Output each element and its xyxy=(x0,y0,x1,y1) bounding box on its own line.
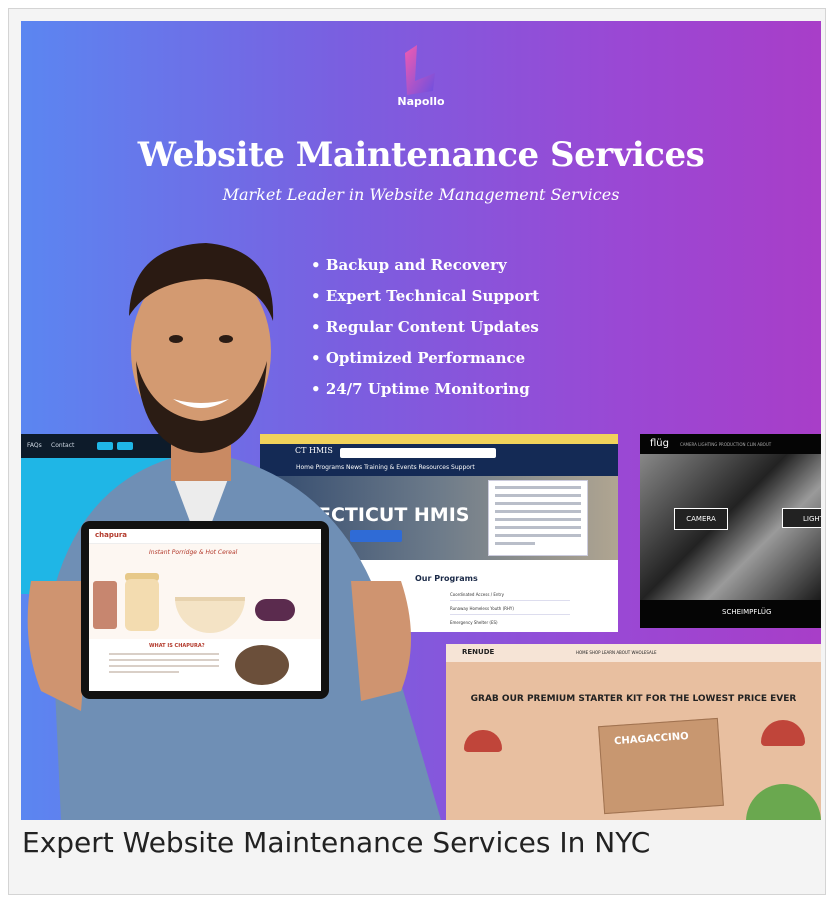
text-line xyxy=(109,659,219,661)
camera-label: CAMERA xyxy=(674,508,728,530)
product-box-label: CHAGACCINO xyxy=(613,731,690,748)
tablet-section-title: WHAT IS CHAPURA? xyxy=(149,643,205,649)
porridge-jar xyxy=(125,579,159,631)
website-screenshot-renude: RENUDE HOME SHOP LEARN ABOUT WHOLESALE G… xyxy=(446,644,821,820)
text-line xyxy=(109,665,219,667)
hill-shape xyxy=(746,784,821,820)
mushroom-icon xyxy=(761,720,805,746)
flug-logo: flüg xyxy=(650,438,669,449)
product-box: CHAGACCINO xyxy=(598,717,724,815)
porridge-bowl xyxy=(175,597,245,633)
renude-headline: GRAB OUR PREMIUM STARTER KIT FOR THE LOW… xyxy=(470,694,797,704)
hero-banner-image: Napollo Website Maintenance Services Mar… xyxy=(21,21,821,820)
flug-footer: SCHEIMPFLÜG xyxy=(722,608,772,616)
berries xyxy=(255,599,295,621)
logo-label: Napollo xyxy=(397,95,445,108)
banner-title: Website Maintenance Services xyxy=(137,135,705,175)
screenshot-navbar: RENUDE HOME SHOP LEARN ABOUT WHOLESALE xyxy=(446,644,821,662)
text-line xyxy=(109,653,219,655)
tablet-device: chapura Instant Porridge & Hot Cereal WH… xyxy=(81,521,329,699)
text-line xyxy=(109,671,179,673)
tablet-screen: chapura Instant Porridge & Hot Cereal WH… xyxy=(89,529,321,691)
website-screenshot-flug: flüg CAMERA LIGHTING PRODUCTION CLIN ABO… xyxy=(640,434,821,628)
tablet-headline: Instant Porridge & Hot Cereal xyxy=(149,549,238,556)
tablet-section: WHAT IS CHAPURA? xyxy=(89,639,321,691)
ct-info-box xyxy=(488,480,588,556)
image-caption: Expert Website Maintenance Services In N… xyxy=(22,826,651,859)
flug-menu: CAMERA LIGHTING PRODUCTION CLIN ABOUT xyxy=(680,442,772,447)
cereal-bowl xyxy=(235,645,289,685)
tablet-navbar: chapura xyxy=(89,529,321,544)
renude-menu: HOME SHOP LEARN ABOUT WHOLESALE xyxy=(576,650,657,655)
banner-subtitle: Market Leader in Website Management Serv… xyxy=(222,185,620,204)
light-label: LIGHT xyxy=(782,508,821,528)
drink-glass xyxy=(93,581,117,629)
chapura-logo: chapura xyxy=(95,531,128,539)
